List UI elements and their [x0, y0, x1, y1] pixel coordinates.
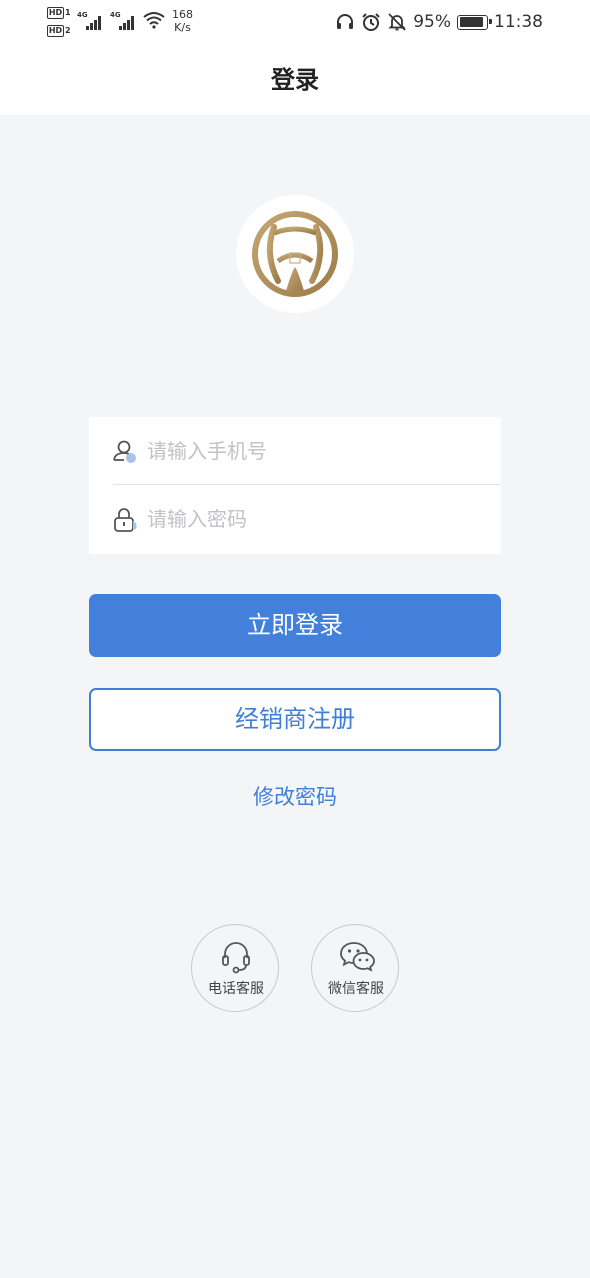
status-bar: HD 1 HD 2 4G 4G 168 K/s 95% 11:38	[0, 0, 590, 44]
headphones-icon	[337, 14, 354, 29]
phone-service-button[interactable]: 电话客服	[191, 924, 279, 1012]
user-icon	[113, 440, 136, 463]
password-input[interactable]	[147, 499, 487, 539]
brand-logo-icon	[252, 211, 338, 297]
battery-cap	[488, 19, 492, 24]
hd-badge-1-label: HD	[47, 7, 64, 19]
wechat-icon	[340, 942, 375, 972]
bell-off-icon	[388, 13, 406, 31]
app-logo	[236, 195, 354, 313]
network-speed: 168 K/s	[172, 8, 193, 34]
hd-badge-1: HD 1	[47, 7, 73, 20]
headset-icon	[222, 942, 250, 974]
login-button[interactable]: 立即登录	[89, 594, 501, 657]
change-password-link[interactable]: 修改密码	[195, 780, 395, 814]
hd-badges: HD 1 HD 2	[47, 7, 73, 39]
signal-bars-1	[86, 14, 102, 30]
battery-percent: 95%	[413, 12, 451, 32]
lock-icon	[114, 508, 137, 532]
register-button[interactable]: 经销商注册	[89, 688, 501, 751]
wechat-service-button[interactable]: 微信客服	[311, 924, 399, 1012]
battery-fill	[459, 17, 484, 27]
status-right: 95% 11:38	[335, 9, 543, 35]
network-speed-unit: K/s	[174, 21, 191, 34]
password-field	[89, 485, 501, 553]
phone-service-label: 电话客服	[208, 981, 264, 997]
signal-bars-2	[119, 14, 135, 30]
battery-icon	[457, 14, 492, 30]
phone-input[interactable]	[147, 431, 487, 471]
top-bar: HD 1 HD 2 4G 4G 168 K/s 95% 11:38 登录	[0, 0, 590, 115]
clock: 11:38	[494, 12, 543, 32]
hd-badge-2-number: 2	[65, 26, 71, 35]
wechat-service-label: 微信客服	[328, 981, 384, 997]
hd-badge-2: HD 2	[47, 25, 73, 38]
wifi-icon	[143, 12, 165, 29]
login-form	[89, 417, 501, 554]
hd-badge-1-number: 1	[65, 8, 71, 17]
page-title: 登录	[271, 66, 319, 94]
network-speed-value: 168	[172, 8, 193, 21]
hd-badge-2-label: HD	[47, 25, 64, 37]
phone-field	[89, 417, 501, 485]
alarm-icon	[362, 13, 380, 31]
